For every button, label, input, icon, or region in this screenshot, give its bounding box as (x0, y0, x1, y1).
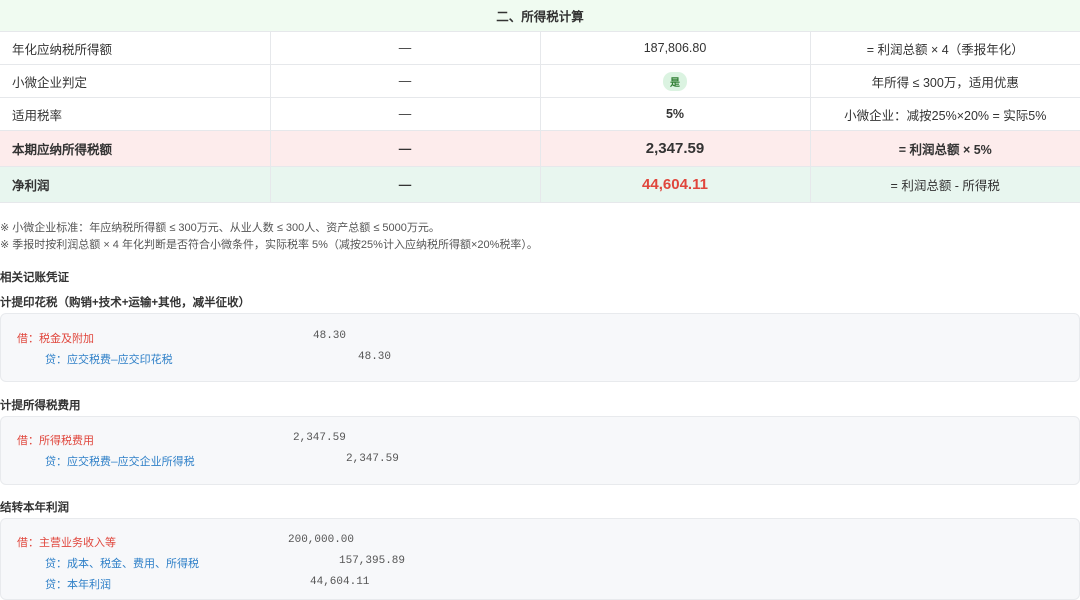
debit-account: 借：主营业务收入等 (17, 538, 116, 550)
credit-amount: 44,604.11 (310, 576, 370, 588)
credit-account: 贷：本年利润 (45, 580, 111, 592)
debit-account: 借：所得税费用 (17, 436, 94, 448)
row-label: 适用税率 (0, 97, 271, 131)
voucher-title: 计提印花税（购销+技术+运输+其他，减半征收） (0, 297, 251, 309)
row-note: 年所得 ≤ 300万，适用优惠 (810, 64, 1080, 98)
footnotes: ※ 小微企业标准：年应纳税所得额 ≤ 300万元、从业人数 ≤ 300人、资产总… (0, 220, 538, 254)
row-note: = 利润总额 × 4（季报年化） (810, 31, 1080, 65)
vouchers-heading: 相关记账凭证 (0, 272, 69, 284)
tax-payable-row: 本期应纳所得税额 — 2,347.59 = 利润总额 × 5% (0, 130, 1080, 167)
footnote: ※ 小微企业标准：年应纳税所得额 ≤ 300万元、从业人数 ≤ 300人、资产总… (0, 222, 440, 234)
credit-amount: 157,395.89 (339, 555, 406, 567)
net-profit-value: 44,604.11 (540, 166, 811, 203)
row-label: 净利润 (0, 166, 271, 203)
credit-account: 贷：应交税费—应交企业所得税 (45, 457, 195, 469)
credit-amount: 2,347.59 (346, 453, 399, 465)
row-note: 小微企业：减按25%×20% = 实际5% (810, 97, 1080, 131)
income-tax-table: 二、所得税计算 年化应纳税所得额 — 187,806.80 = 利润总额 × 4… (0, 0, 1080, 203)
row-note: = 利润总额 - 所得税 (810, 166, 1080, 203)
row-label: 年化应纳税所得额 (0, 31, 271, 65)
row-dash: — (270, 64, 541, 98)
table-row: 小微企业判定 — 是 年所得 ≤ 300万，适用优惠 (0, 64, 1080, 98)
section-header-row: 二、所得税计算 (0, 0, 1080, 32)
row-dash: — (270, 166, 541, 203)
tax-payable-value: 2,347.59 (540, 130, 811, 167)
row-note: = 利润总额 × 5% (810, 130, 1080, 167)
row-label: 本期应纳所得税额 (0, 130, 271, 167)
debit-amount: 48.30 (313, 330, 347, 342)
voucher-box: 借：所得税费用 2,347.59 贷：应交税费—应交企业所得税 2,347.59 (0, 416, 1080, 485)
row-dash: — (270, 130, 541, 167)
status-badge: 是 (663, 71, 687, 91)
row-dash: — (270, 97, 541, 131)
section-title: 二、所得税计算 (0, 0, 1080, 32)
credit-account: 贷：成本、税金、费用、所得税 (45, 559, 199, 571)
credit-account: 贷：应交税费—应交印花税 (45, 355, 173, 367)
credit-amount: 48.30 (358, 351, 392, 363)
debit-amount: 2,347.59 (293, 432, 346, 444)
voucher-box: 借：税金及附加 48.30 贷：应交税费—应交印花税 48.30 (0, 313, 1080, 382)
debit-amount: 200,000.00 (288, 534, 355, 546)
table-row: 适用税率 — 5% 小微企业：减按25%×20% = 实际5% (0, 97, 1080, 131)
row-value: 5% (540, 97, 811, 131)
voucher-box: 借：主营业务收入等 200,000.00 贷：成本、税金、费用、所得税 157,… (0, 518, 1080, 600)
row-value-cell: 是 (540, 64, 811, 98)
debit-account: 借：税金及附加 (17, 334, 94, 346)
voucher-title: 结转本年利润 (0, 502, 69, 514)
net-profit-row: 净利润 — 44,604.11 = 利润总额 - 所得税 (0, 166, 1080, 203)
row-label: 小微企业判定 (0, 64, 271, 98)
voucher-title: 计提所得税费用 (0, 400, 81, 412)
footnote: ※ 季报时按利润总额 × 4 年化判断是否符合小微条件，实际税率 5%（减按25… (0, 239, 538, 251)
row-dash: — (270, 31, 541, 65)
table-row: 年化应纳税所得额 — 187,806.80 = 利润总额 × 4（季报年化） (0, 31, 1080, 65)
row-value: 187,806.80 (540, 31, 811, 65)
